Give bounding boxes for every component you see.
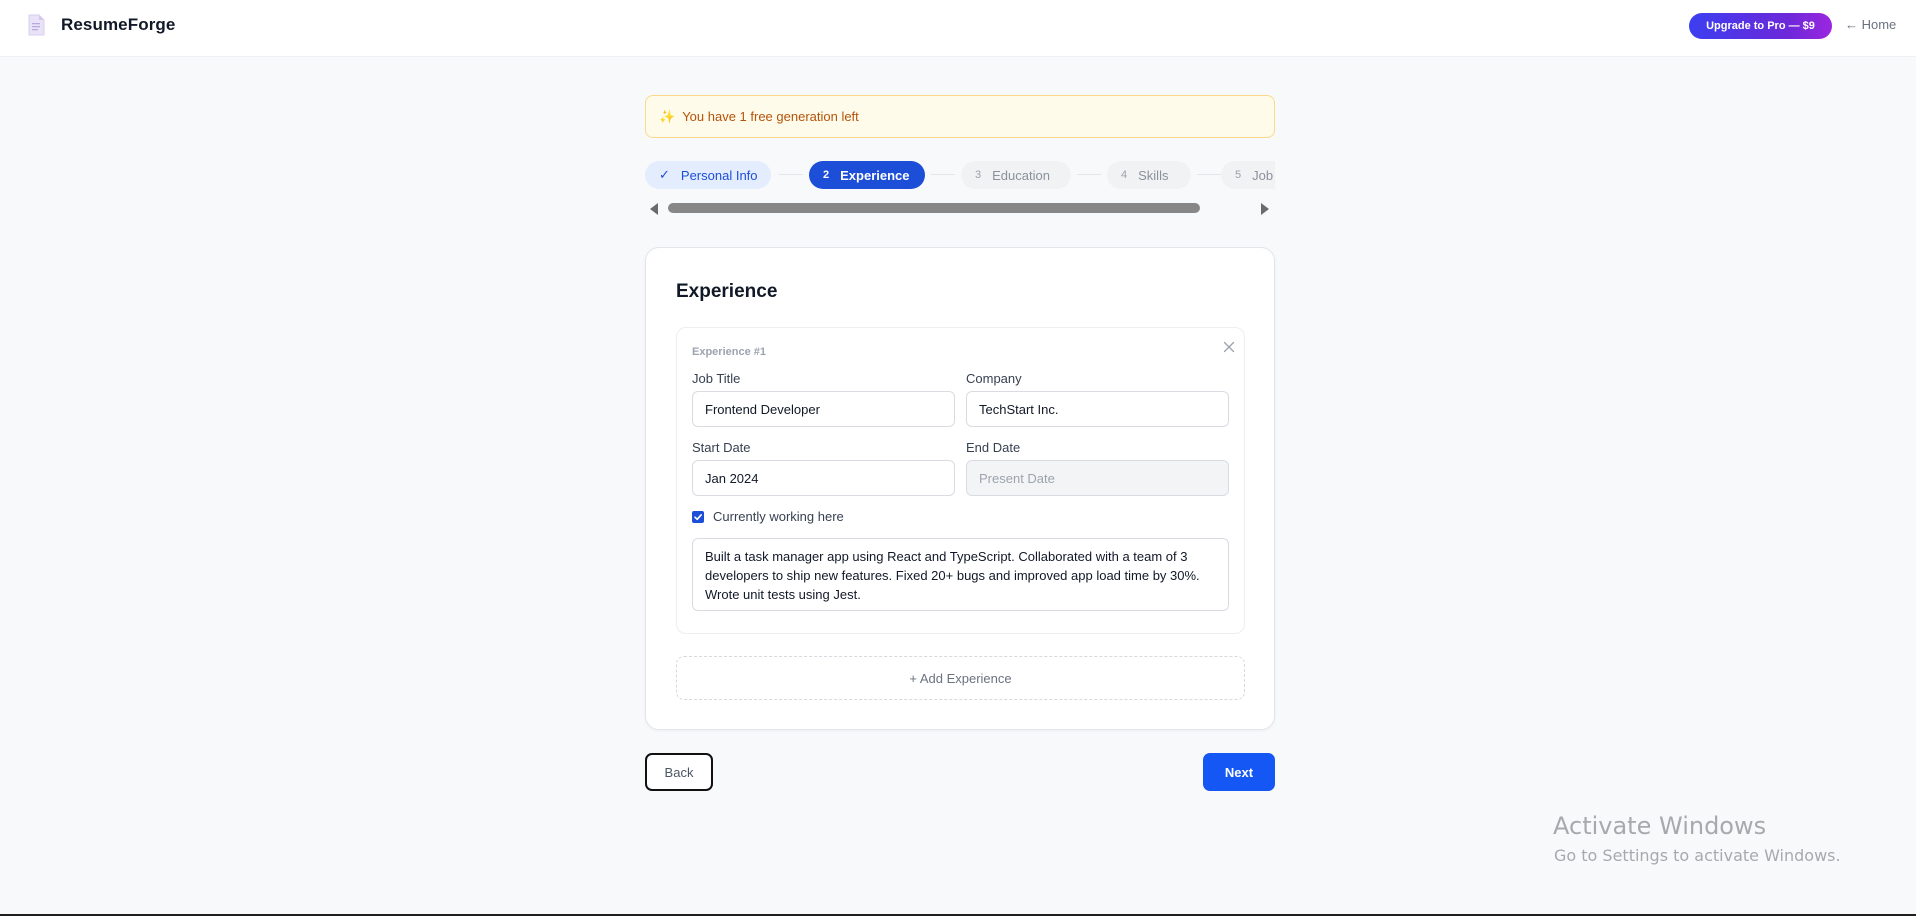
step-personal-info[interactable]: ✓ Personal Info: [645, 161, 771, 189]
step-skills[interactable]: 4 Skills: [1107, 161, 1191, 189]
step-progress: ✓ Personal Info 2 Experience 3 Education…: [645, 159, 1275, 191]
scroll-right-arrow-icon[interactable]: [1261, 203, 1269, 215]
brand-name: ResumeForge: [61, 15, 176, 34]
start-date-label: Start Date: [692, 440, 751, 455]
scrollbar-thumb[interactable]: [668, 203, 1200, 213]
step-job[interactable]: 5 Job: [1221, 161, 1275, 189]
step-experience[interactable]: 2 Experience: [809, 161, 925, 189]
step-connector: [1077, 174, 1101, 175]
step-label: Education: [992, 167, 1050, 183]
experience-entry-label: Experience #1: [692, 346, 766, 358]
add-experience-button[interactable]: + Add Experience: [676, 656, 1245, 700]
step-label: Experience: [840, 167, 910, 183]
step-number: 3: [975, 169, 982, 181]
currently-working-row[interactable]: Currently working here: [692, 509, 844, 524]
home-link[interactable]: ← Home: [1845, 17, 1896, 32]
job-title-input[interactable]: [692, 391, 955, 427]
start-date-input[interactable]: [692, 460, 955, 496]
step-label: Skills: [1138, 167, 1169, 183]
experience-card: Experience Experience #1 Job Title Compa…: [645, 247, 1275, 730]
checkmark-icon: [694, 513, 702, 520]
step-connector: [931, 174, 955, 175]
step-number: 5: [1235, 169, 1242, 181]
document-icon: [27, 14, 45, 36]
section-title: Experience: [676, 281, 778, 302]
check-icon: ✓: [659, 167, 670, 182]
step-connector: [1197, 174, 1221, 175]
step-education[interactable]: 3 Education: [961, 161, 1071, 189]
sparkle-icon: ✨: [659, 108, 676, 124]
logo[interactable]: ResumeForge: [27, 14, 175, 36]
activate-windows-subtitle: Go to Settings to activate Windows.: [1554, 846, 1841, 865]
upgrade-button[interactable]: Upgrade to Pro — $9: [1689, 13, 1832, 39]
app-header: ResumeForge Upgrade to Pro — $9 ← Home: [0, 0, 1916, 57]
step-label: Job: [1252, 167, 1274, 183]
step-number: 2: [823, 169, 830, 181]
banner-text: You have 1 free generation left: [682, 109, 859, 124]
step-label: Personal Info: [680, 167, 758, 183]
currently-working-checkbox[interactable]: [692, 510, 704, 523]
job-title-label: Job Title: [692, 371, 741, 386]
currently-working-label: Currently working here: [713, 509, 844, 524]
next-button[interactable]: Next: [1203, 753, 1275, 791]
end-date-input: [966, 460, 1229, 496]
end-date-label: End Date: [966, 440, 1021, 455]
scroll-left-arrow-icon[interactable]: [650, 203, 658, 215]
activate-windows-title: Activate Windows: [1553, 812, 1767, 840]
remove-experience-button[interactable]: [1221, 339, 1237, 355]
experience-entry: Experience #1 Job Title Company Start Da…: [676, 327, 1245, 634]
close-icon: [1223, 341, 1235, 353]
company-label: Company: [966, 371, 1022, 386]
company-input[interactable]: [966, 391, 1229, 427]
description-textarea[interactable]: Built a task manager app using React and…: [692, 538, 1229, 611]
step-number: 4: [1121, 169, 1128, 181]
stepper-scrollbar[interactable]: [645, 199, 1275, 217]
back-button[interactable]: Back: [645, 753, 713, 791]
step-connector: [779, 174, 803, 175]
free-generation-banner: ✨ You have 1 free generation left: [645, 95, 1275, 138]
